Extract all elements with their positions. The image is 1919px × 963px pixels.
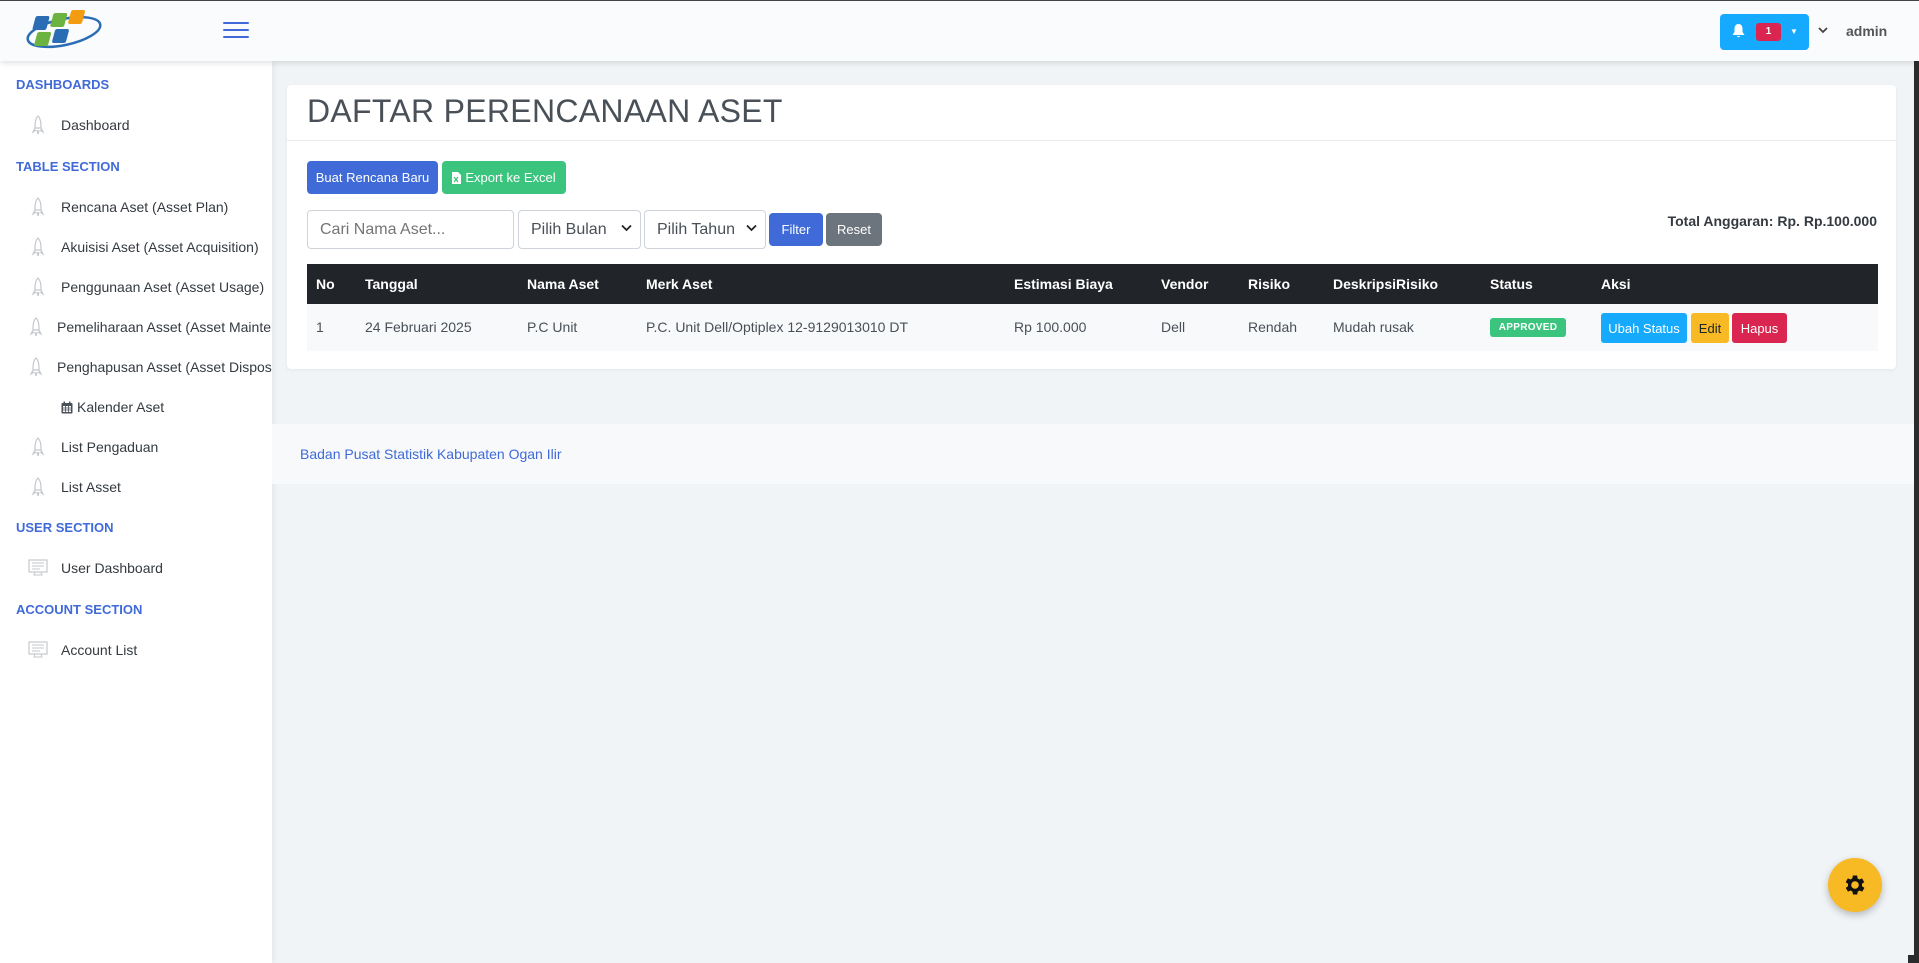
- sidebar-item-label: Dashboard: [61, 117, 130, 133]
- year-select[interactable]: Pilih Tahun: [644, 210, 766, 249]
- year-select-value: Pilih Tahun: [657, 220, 735, 238]
- cell-date: 24 Februari 2025: [365, 319, 472, 335]
- sidebar-item-asset-acquisition[interactable]: Akuisisi Aset (Asset Acquisition): [0, 230, 272, 264]
- page-title: DAFTAR PERENCANAAN ASET: [307, 93, 783, 129]
- cell-asset-brand: P.C. Unit Dell/Optiplex 12-9129013010 DT: [646, 319, 909, 335]
- notification-button[interactable]: 1 ▼: [1720, 14, 1809, 50]
- sidebar-item-label: List Asset: [61, 479, 121, 495]
- reset-button[interactable]: Reset: [826, 213, 882, 246]
- sidebar-item-label: Pemeliharaan Asset (Asset Maintenance): [57, 319, 272, 335]
- create-plan-button[interactable]: Buat Rencana Baru: [307, 161, 438, 194]
- section-heading-dashboards: DASHBOARDS: [16, 77, 110, 92]
- rocket-icon: [28, 115, 48, 135]
- status-badge: APPROVED: [1490, 318, 1566, 337]
- cell-risk-description: Mudah rusak: [1333, 319, 1414, 335]
- sidebar-item-label: List Pengaduan: [61, 439, 159, 455]
- rocket-icon: [28, 357, 44, 377]
- caret-down-icon: ▼: [1790, 27, 1798, 36]
- rocket-icon: [28, 477, 48, 497]
- sidebar-item-dashboard[interactable]: Dashboard: [0, 108, 272, 142]
- window-edge: [1908, 955, 1919, 963]
- asset-plan-card: DAFTAR PERENCANAAN ASET Buat Rencana Bar…: [287, 85, 1896, 369]
- rocket-icon: [28, 317, 44, 337]
- cell-asset-name: P.C Unit: [527, 319, 578, 335]
- cell-risk: Rendah: [1248, 319, 1298, 335]
- total-budget-value: Rp. Rp.100.000: [1777, 213, 1877, 229]
- sidebar-item-calendar[interactable]: Kalender Aset: [0, 390, 272, 424]
- column-header: Tanggal: [365, 276, 418, 292]
- sidebar-item-asset-usage[interactable]: Penggunaan Aset (Asset Usage): [0, 270, 272, 304]
- notification-badge: 1: [1756, 23, 1781, 41]
- bps-logo[interactable]: [24, 8, 104, 54]
- sidebar-item-label: Penghapusan Asset (Asset Disposal): [57, 359, 272, 375]
- change-status-button[interactable]: Ubah Status: [1601, 313, 1687, 343]
- divider: [287, 140, 1896, 141]
- sidebar-item-label: Penggunaan Aset (Asset Usage): [61, 279, 265, 295]
- total-budget-label: Total Anggaran:: [1667, 213, 1774, 229]
- window-edge: [1914, 0, 1919, 963]
- rocket-icon: [28, 277, 48, 297]
- monitor-icon: [28, 641, 48, 659]
- column-header: Aksi: [1601, 276, 1631, 292]
- column-header: No: [316, 276, 335, 292]
- chevron-down-icon[interactable]: [1818, 23, 1828, 37]
- calendar-icon: [60, 401, 73, 414]
- sidebar-item-complaints[interactable]: List Pengaduan: [0, 430, 272, 464]
- column-header: Status: [1490, 276, 1533, 292]
- sidebar-item-account-list[interactable]: Account List: [0, 633, 272, 667]
- sidebar-item-asset-list[interactable]: List Asset: [0, 470, 272, 504]
- section-heading-table: TABLE SECTION: [16, 159, 120, 174]
- sidebar: DASHBOARDS Dashboard TABLE SECTION Renca…: [0, 61, 272, 963]
- delete-button[interactable]: Hapus: [1732, 313, 1787, 343]
- monitor-icon: [28, 559, 48, 577]
- column-header: DeskripsiRisiko: [1333, 276, 1439, 292]
- sidebar-item-label: Account List: [61, 642, 138, 658]
- sidebar-item-label: Akuisisi Aset (Asset Acquisition): [61, 239, 259, 255]
- cell-vendor: Dell: [1161, 319, 1186, 335]
- month-select-value: Pilih Bulan: [531, 220, 607, 238]
- filter-button[interactable]: Filter: [769, 213, 823, 246]
- month-select[interactable]: Pilih Bulan: [518, 210, 641, 249]
- sidebar-item-user-dashboard[interactable]: User Dashboard: [0, 551, 272, 585]
- chevron-down-icon: [746, 224, 757, 235]
- sidebar-item-asset-maintenance[interactable]: Pemeliharaan Asset (Asset Maintenance): [0, 310, 272, 344]
- section-heading-user: USER SECTION: [16, 520, 114, 535]
- footer: Badan Pusat Statistik Kabupaten Ogan Ili…: [272, 424, 1919, 484]
- hamburger-menu-icon[interactable]: [223, 22, 249, 40]
- sidebar-item-label: User Dashboard: [61, 560, 163, 576]
- rocket-icon: [28, 237, 48, 257]
- column-header: Estimasi Biaya: [1014, 276, 1113, 292]
- cell-estimated-cost: Rp 100.000: [1014, 319, 1087, 335]
- edit-button[interactable]: Edit: [1691, 313, 1729, 343]
- excel-file-icon: [452, 171, 462, 184]
- export-excel-button[interactable]: Export ke Excel: [442, 161, 566, 194]
- rocket-icon: [28, 197, 48, 217]
- sidebar-item-asset-disposal[interactable]: Penghapusan Asset (Asset Disposal): [0, 350, 272, 384]
- sidebar-item-asset-plan[interactable]: Rencana Aset (Asset Plan): [0, 190, 272, 224]
- table-row: 1 24 Februari 2025 P.C Unit P.C. Unit De…: [307, 304, 1878, 351]
- column-header: Risiko: [1248, 276, 1291, 292]
- column-header: Nama Aset: [527, 276, 599, 292]
- sidebar-item-label: Rencana Aset (Asset Plan): [61, 199, 229, 215]
- top-header: 1 ▼ admin: [0, 0, 1919, 61]
- bell-icon: [1732, 24, 1745, 42]
- rocket-icon: [28, 437, 48, 457]
- user-menu[interactable]: admin: [1846, 23, 1887, 39]
- total-budget: Total Anggaran: Rp. Rp.100.000: [1668, 213, 1877, 229]
- column-header: Merk Aset: [646, 276, 713, 292]
- cell-no: 1: [316, 319, 324, 335]
- export-label: Export ke Excel: [465, 170, 556, 185]
- search-input[interactable]: [307, 210, 514, 249]
- sidebar-item-label: Kalender Aset: [77, 399, 165, 415]
- table-header: No Tanggal Nama Aset Merk Aset Estimasi …: [307, 264, 1878, 304]
- gear-icon: [1842, 872, 1868, 898]
- column-header: Vendor: [1161, 276, 1209, 292]
- chevron-down-icon: [621, 224, 632, 235]
- footer-link[interactable]: Badan Pusat Statistik Kabupaten Ogan Ili…: [300, 446, 562, 462]
- settings-button[interactable]: [1828, 858, 1882, 912]
- section-heading-account: ACCOUNT SECTION: [16, 602, 143, 617]
